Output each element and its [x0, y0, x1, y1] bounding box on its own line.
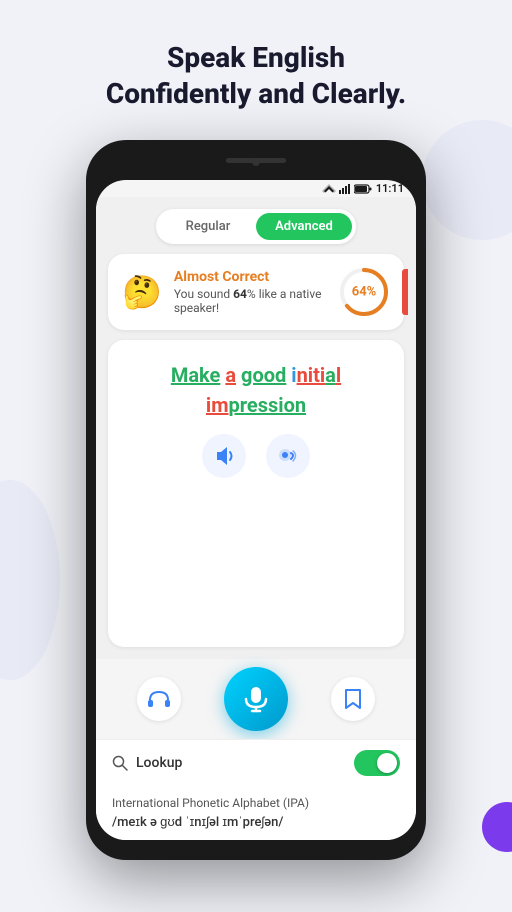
bookmark-icon — [344, 688, 362, 710]
side-accent — [402, 269, 408, 315]
tab-advanced[interactable]: Advanced — [256, 213, 352, 240]
search-icon — [112, 755, 128, 771]
ipa-section: International Phonetic Alphabet (IPA) /m… — [96, 786, 416, 840]
audio-buttons — [202, 434, 310, 478]
ipa-title: International Phonetic Alphabet (IPA) — [112, 796, 400, 810]
speaker-icon — [213, 446, 235, 466]
phone-top-bar — [96, 150, 416, 180]
score-card: 🤔 Almost Correct You sound 64% like a na… — [108, 254, 404, 330]
phone-screen: 11:11 Regular Advanced 🤔 Almost Correct … — [96, 180, 416, 840]
status-time: 11:11 — [376, 182, 404, 195]
battery-icon — [354, 184, 372, 194]
tab-regular[interactable]: Regular — [160, 213, 256, 240]
bottom-controls — [96, 659, 416, 739]
screen-content: Regular Advanced 🤔 Almost Correct You so… — [96, 197, 416, 659]
circular-progress: 64% — [338, 266, 390, 318]
toggle-thumb — [377, 753, 397, 773]
phrase-area: Make a good initial impression — [108, 340, 404, 647]
headphone-icon — [148, 690, 170, 708]
tab-selector: Regular Advanced — [156, 209, 356, 244]
lookup-bar: Lookup — [96, 739, 416, 786]
mic-button[interactable] — [224, 667, 288, 731]
bg-circle-left — [0, 480, 60, 680]
phone-frame: 11:11 Regular Advanced 🤔 Almost Correct … — [86, 140, 426, 860]
mic-icon — [242, 685, 270, 713]
score-title: Almost Correct — [174, 269, 326, 285]
phone-wrapper: 11:11 Regular Advanced 🤔 Almost Correct … — [86, 140, 426, 860]
score-emoji: 🤔 — [122, 273, 162, 311]
speaker-button[interactable] — [202, 434, 246, 478]
score-percentage: 64 — [233, 287, 247, 301]
word-a: a — [225, 363, 236, 387]
word-make: Make — [171, 363, 221, 387]
score-text: Almost Correct You sound 64% like a nati… — [174, 269, 326, 315]
voice-button[interactable] — [266, 434, 310, 478]
bg-circle-right — [422, 120, 512, 240]
ipa-text: /meɪk ə ɡʊd ˈɪnɪʃəl ɪmˈpreʃən/ — [112, 814, 400, 830]
status-bar: 11:11 — [96, 180, 416, 197]
word-a2: a — [325, 363, 336, 387]
signal-icon — [339, 184, 351, 194]
header-title: Speak English Confidently and Clearly. — [20, 40, 492, 113]
progress-text: 64% — [352, 285, 377, 300]
phrase-text: Make a good initial impression — [171, 360, 341, 420]
status-icons — [322, 184, 372, 194]
phone-camera — [252, 158, 260, 166]
headphone-button[interactable] — [137, 677, 181, 721]
lookup-label: Lookup — [136, 755, 182, 771]
lookup-left: Lookup — [112, 755, 182, 771]
word-pression: pression — [229, 393, 307, 417]
wifi-icon — [322, 184, 336, 194]
word-good: good — [241, 363, 286, 387]
bookmark-button[interactable] — [331, 677, 375, 721]
voice-icon — [277, 446, 299, 466]
score-description: You sound 64% like a native speaker! — [174, 287, 326, 315]
word-niti: niti — [297, 363, 326, 387]
header: Speak English Confidently and Clearly. — [0, 0, 512, 133]
toggle-lookup[interactable] — [354, 750, 400, 776]
word-im: im — [206, 393, 229, 417]
purple-circle — [482, 802, 512, 852]
word-l: l — [336, 363, 341, 387]
